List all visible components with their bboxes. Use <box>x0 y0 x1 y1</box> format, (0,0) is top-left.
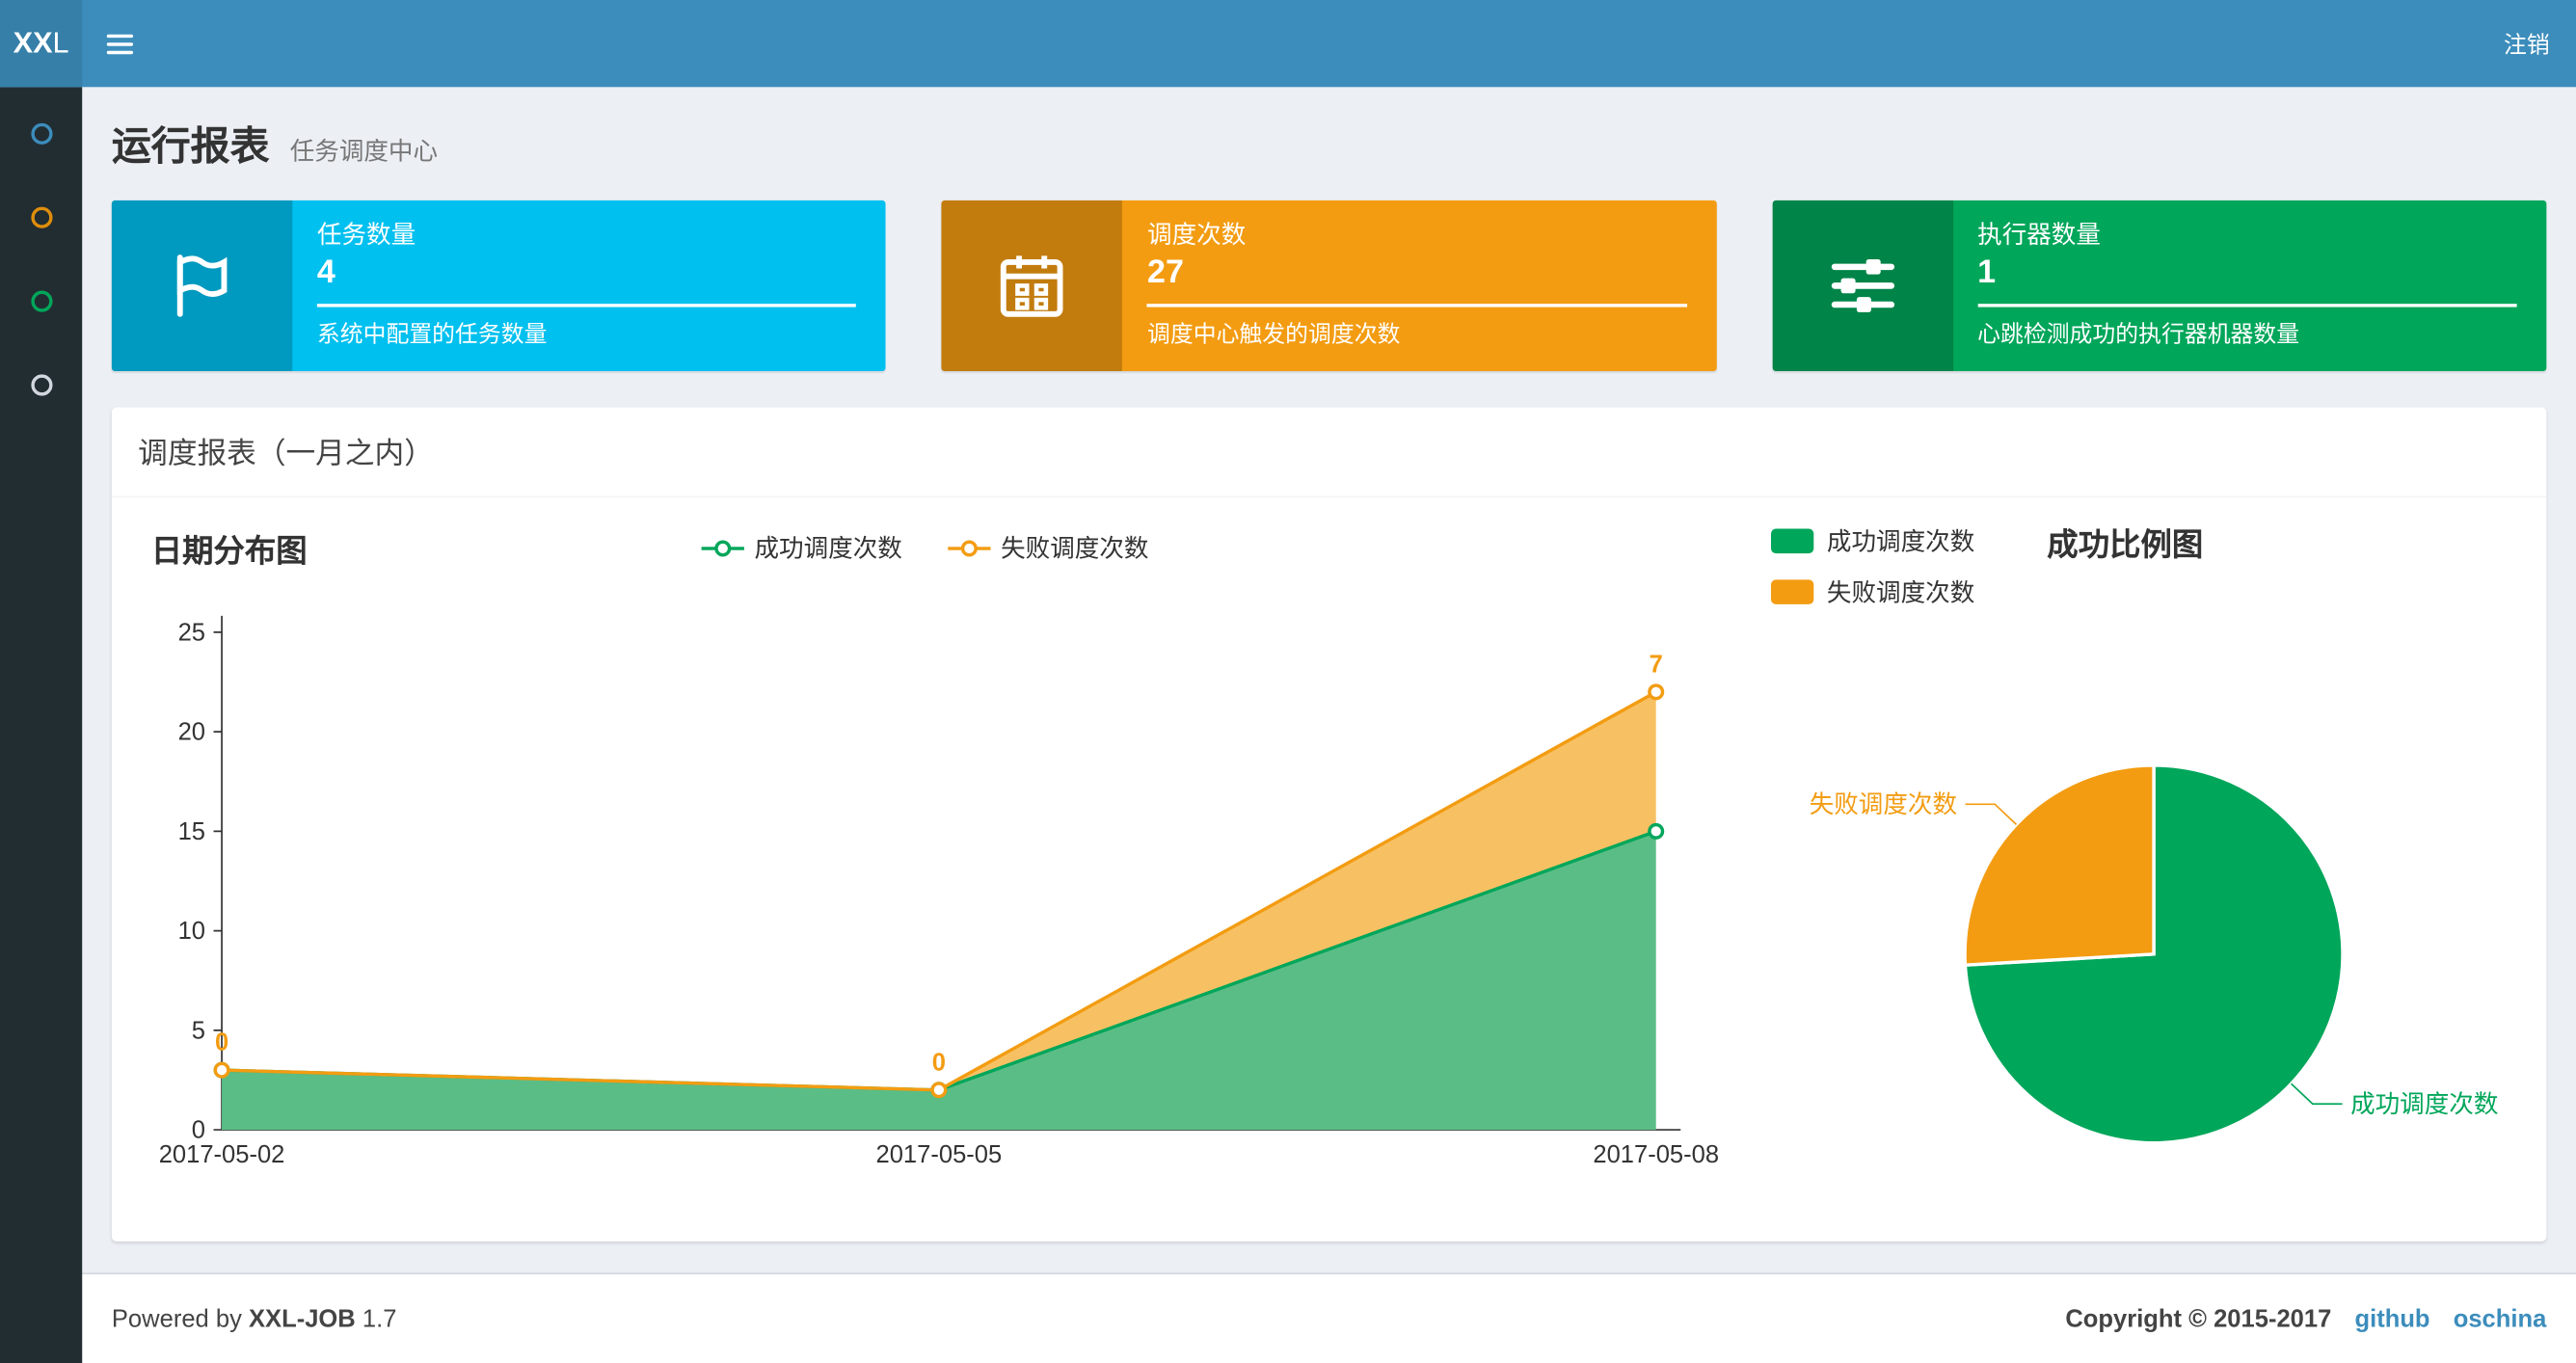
sidebar-item-report[interactable] <box>0 92 82 175</box>
top-navbar: XXL 注销 <box>0 0 2576 88</box>
svg-text:0: 0 <box>932 1049 946 1076</box>
navbar-spacer <box>156 0 2478 87</box>
panel-body: 日期分布图 成功调度次数 失败调度次数 0 5 10 15 20 25 2017-05-02 2… <box>112 497 2546 1242</box>
svg-text:0: 0 <box>192 1117 205 1144</box>
powered-by: Powered by XXL-JOB 1.7 <box>112 1305 397 1333</box>
svg-text:25: 25 <box>178 619 205 646</box>
svg-text:10: 10 <box>178 918 205 945</box>
info-box-content: 任务数量 4 系统中配置的任务数量 <box>292 200 886 371</box>
pie-chart-title: 成功比例图 <box>2047 528 2204 564</box>
info-box-content: 执行器数量 1 心跳检测成功的执行器机器数量 <box>1953 200 2547 371</box>
github-link[interactable]: github <box>2354 1305 2429 1333</box>
date-distribution-chart: 05101520252017-05-02 2017-05-05 2017-05-08… <box>159 615 1719 1168</box>
svg-text:5: 5 <box>192 1017 205 1044</box>
info-box-content: 调度次数 27 调度中心触发的调度次数 <box>1122 200 1716 371</box>
logout-link[interactable]: 注销 <box>2478 0 2576 87</box>
content: 运行报表 任务调度中心 任务数量 4 系统中配置的任务数量 调度次数 27 调度… <box>82 87 2576 1273</box>
calendar-icon <box>1001 255 1064 317</box>
svg-text:失败调度次数: 失败调度次数 <box>1810 791 1957 818</box>
panel-title: 调度报表（一月之内） <box>111 407 2547 498</box>
success-ratio-section: 成功调度次数 失败调度次数 成功比例图 成功调度次数 失败调度次数 <box>1770 511 2523 1209</box>
info-box-job-count: 任务数量 4 系统中配置的任务数量 <box>111 200 887 372</box>
line-chart-legend: 成功调度次数 失败调度次数 <box>679 530 1171 565</box>
svg-text:2017-05-02: 2017-05-02 <box>159 1141 285 1168</box>
line-marker-icon <box>701 539 745 556</box>
info-box-label: 任务数量 <box>316 221 416 250</box>
info-box-progress-bar <box>316 304 857 307</box>
info-box-description: 系统中配置的任务数量 <box>316 320 548 347</box>
info-box-label: 执行器数量 <box>1977 221 2101 250</box>
legend-label: 成功调度次数 <box>754 535 902 564</box>
flag-icon <box>176 254 228 317</box>
legend-swatch-icon <box>1770 528 1814 554</box>
info-box-description: 心跳检测成功的执行器机器数量 <box>1977 320 2300 347</box>
xxl-job-dashboard: XXL 注销 运行报表 任务调度中心 任务数量 4 系统中配置的任务数量 调度次… <box>0 0 2576 1363</box>
footer-right: Copyright © 2015-2017 github oschina <box>2065 1305 2546 1333</box>
circle-icon <box>30 290 52 312</box>
info-box-icon-area <box>111 200 293 372</box>
line-legend-item-1[interactable]: 失败调度次数 <box>948 530 1149 565</box>
sidebar-item-job-log[interactable] <box>0 259 82 343</box>
svg-text:2017-05-08: 2017-05-08 <box>1593 1141 1719 1168</box>
svg-text:0: 0 <box>215 1029 228 1056</box>
sidebar-toggle-button[interactable] <box>82 0 156 87</box>
legend-label: 失败调度次数 <box>1826 579 1975 608</box>
main-area: 运行报表 任务调度中心 任务数量 4 系统中配置的任务数量 调度次数 27 调度… <box>82 87 2576 1363</box>
svg-text:成功调度次数: 成功调度次数 <box>2350 1091 2498 1118</box>
pie-chart-legend: 成功调度次数 失败调度次数 <box>1770 523 1975 626</box>
info-box-label: 调度次数 <box>1147 221 1247 250</box>
info-box-trigger-count: 调度次数 27 调度中心触发的调度次数 <box>941 200 1717 372</box>
app-logo[interactable]: XXL <box>0 0 83 88</box>
legend-swatch-icon <box>1770 579 1814 604</box>
schedule-report-panel: 调度报表（一月之内） 日期分布图 成功调度次数 失败调度次数 0 5 10 15 20 25… <box>111 407 2547 1242</box>
app-name: XXL-JOB <box>248 1304 356 1333</box>
info-box-value: 1 <box>1977 254 1997 291</box>
success-ratio-chart: 成功调度次数 失败调度次数 <box>1810 763 2498 1145</box>
info-box-executor-count: 执行器数量 1 心跳检测成功的执行器机器数量 <box>1772 200 2547 372</box>
sliders-icon <box>1831 259 1894 312</box>
svg-text:2017-05-05: 2017-05-05 <box>876 1141 1003 1168</box>
circle-icon <box>30 206 52 228</box>
date-distribution-section: 日期分布图 成功调度次数 失败调度次数 0 5 10 15 20 25 2017-05-02 2… <box>145 511 1771 1209</box>
page-subtitle: 任务调度中心 <box>289 138 439 167</box>
info-box-description: 调度中心触发的调度次数 <box>1147 320 1401 347</box>
info-box-row: 任务数量 4 系统中配置的任务数量 调度次数 27 调度中心触发的调度次数 执行… <box>111 200 2547 372</box>
legend-label: 成功调度次数 <box>1826 528 1975 557</box>
content-header: 运行报表 任务调度中心 <box>112 87 2546 200</box>
sidebar-item-executor[interactable] <box>0 343 82 427</box>
info-box-icon-area <box>1772 200 1953 372</box>
line-legend-item-0[interactable]: 成功调度次数 <box>701 530 902 565</box>
logo-text-rest: L <box>52 26 69 60</box>
logo-text-bold: XX <box>13 26 53 60</box>
line-chart-header: 日期分布图 成功调度次数 失败调度次数 <box>145 511 1771 586</box>
sidebar <box>0 87 83 1363</box>
info-box-value: 27 <box>1147 254 1184 291</box>
info-box-progress-bar <box>1147 304 1687 307</box>
app-version: 1.7 <box>362 1304 397 1333</box>
page-title: 运行报表 <box>111 124 270 170</box>
circle-icon <box>30 374 52 396</box>
svg-text:15: 15 <box>178 818 205 845</box>
svg-text:20: 20 <box>178 719 205 746</box>
footer: Powered by XXL-JOB 1.7 Copyright © 2015-… <box>82 1272 2576 1363</box>
oschina-link[interactable]: oschina <box>2454 1305 2547 1333</box>
svg-text:7: 7 <box>1650 651 1663 678</box>
sidebar-item-job-manage[interactable] <box>0 175 82 259</box>
pie-chart-header: 成功调度次数 失败调度次数 成功比例图 <box>1770 511 2523 626</box>
legend-label: 失败调度次数 <box>1001 535 1149 564</box>
info-box-progress-bar <box>1977 304 2517 307</box>
info-box-icon-area <box>941 200 1123 372</box>
powered-by-prefix: Powered by <box>111 1304 242 1333</box>
pie-legend-item-1[interactable]: 失败调度次数 <box>1770 575 1975 609</box>
copyright-text: Copyright © 2015-2017 <box>2065 1304 2332 1333</box>
pie-legend-item-0[interactable]: 成功调度次数 <box>1770 523 1975 558</box>
line-marker-icon <box>948 539 991 556</box>
line-chart-title: 日期分布图 <box>150 535 308 571</box>
circle-icon <box>30 122 52 145</box>
hamburger-icon <box>105 33 133 54</box>
info-box-value: 4 <box>316 254 335 291</box>
